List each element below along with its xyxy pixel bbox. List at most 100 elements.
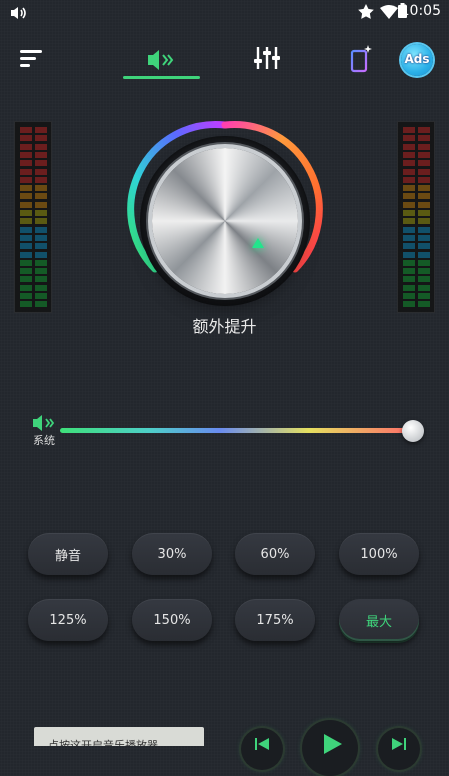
preset-175-button[interactable]: 175% [235, 599, 315, 641]
vu-segment [403, 268, 415, 275]
vu-segment [20, 301, 32, 308]
play-icon [324, 734, 342, 754]
vu-segment [20, 143, 32, 150]
status-time: 10:05 [400, 3, 441, 19]
vu-segment [418, 284, 430, 291]
vu-segment [35, 218, 47, 225]
theme-button[interactable] [348, 44, 374, 74]
active-tab-underline [123, 76, 200, 79]
status-bar: 10:05 [0, 0, 449, 24]
vu-segment [35, 251, 47, 258]
vu-segment [418, 234, 430, 241]
vu-segment [418, 201, 430, 208]
vu-segment [20, 293, 32, 299]
next-icon [392, 738, 406, 750]
vu-meter-left [14, 121, 52, 313]
system-volume-slider[interactable] [60, 428, 415, 433]
vu-segment [20, 135, 32, 142]
vu-segment [403, 210, 415, 216]
vu-segment [403, 176, 415, 183]
vu-segment [20, 168, 32, 175]
preset-100-button[interactable]: 100% [339, 533, 419, 575]
vu-segment [20, 160, 32, 167]
equalizer-icon [254, 47, 280, 69]
vu-segment [418, 127, 430, 133]
vu-segment [20, 259, 32, 266]
preset-125-button[interactable]: 125% [28, 599, 108, 641]
vu-segment [418, 226, 430, 233]
preset-max-button[interactable]: 最大 [339, 599, 419, 641]
vu-segment [418, 185, 430, 192]
vu-segment [403, 160, 415, 167]
vu-segment [20, 268, 32, 275]
vu-segment [418, 251, 430, 258]
vu-segment [418, 243, 430, 250]
vu-segment [418, 259, 430, 266]
vu-segment [418, 301, 430, 308]
vu-segment [20, 176, 32, 183]
menu-button[interactable] [18, 46, 46, 70]
vu-segment [35, 226, 47, 233]
vu-segment [35, 135, 47, 142]
vu-segment [418, 176, 430, 183]
vu-segment [403, 251, 415, 258]
volume-tab-icon [148, 50, 174, 70]
vu-segment [35, 127, 47, 133]
vu-segment [403, 293, 415, 299]
vu-segment [35, 276, 47, 283]
ads-button[interactable]: Ads [401, 44, 433, 76]
preset-60-button[interactable]: 60% [235, 533, 315, 575]
vu-segment [403, 185, 415, 192]
vu-segment [35, 284, 47, 291]
vu-segment [403, 243, 415, 250]
slider-thumb[interactable] [402, 420, 424, 442]
vu-segment [20, 218, 32, 225]
mini-player-text: 点按这开启音乐播放器 [48, 739, 158, 746]
vu-segment [35, 301, 47, 308]
vu-segment [403, 226, 415, 233]
vu-segment [20, 201, 32, 208]
vu-segment [403, 193, 415, 200]
slider-label: 系统 [33, 434, 55, 447]
preset-30-button[interactable]: 30% [132, 533, 212, 575]
vu-segment [418, 193, 430, 200]
mini-player[interactable]: 点按这开启音乐播放器 [34, 727, 204, 746]
preset-mute-button[interactable]: 静音 [28, 533, 108, 575]
tab-volume[interactable] [122, 42, 200, 78]
vu-segment [418, 143, 430, 150]
vu-segment [20, 284, 32, 291]
vu-segment [35, 168, 47, 175]
vu-segment [20, 251, 32, 258]
vu-segment [35, 234, 47, 241]
wifi-icon [380, 4, 398, 23]
vu-segment [403, 168, 415, 175]
vu-segment [35, 293, 47, 299]
vu-segment [35, 268, 47, 275]
vu-segment [35, 210, 47, 216]
vu-segment [418, 218, 430, 225]
vu-segment [418, 151, 430, 158]
hamburger-icon [20, 50, 42, 67]
vu-segment [20, 276, 32, 283]
vu-segment [20, 185, 32, 192]
phone-sparkle-icon [350, 45, 372, 73]
vu-meter-right [397, 121, 435, 313]
next-button[interactable] [378, 728, 420, 770]
vu-segment [403, 234, 415, 241]
vu-segment [418, 168, 430, 175]
volume-status-icon [10, 5, 28, 24]
volume-knob[interactable] [152, 148, 298, 294]
vu-segment [403, 301, 415, 308]
vu-segment [418, 293, 430, 299]
vu-segment [20, 234, 32, 241]
vu-segment [35, 193, 47, 200]
vu-segment [403, 143, 415, 150]
vu-segment [20, 226, 32, 233]
vu-segment [403, 259, 415, 266]
preset-150-button[interactable]: 150% [132, 599, 212, 641]
play-button[interactable] [302, 720, 358, 776]
vu-segment [20, 243, 32, 250]
vu-segment [403, 151, 415, 158]
previous-button[interactable] [241, 728, 283, 770]
tab-equalizer[interactable] [252, 44, 282, 72]
